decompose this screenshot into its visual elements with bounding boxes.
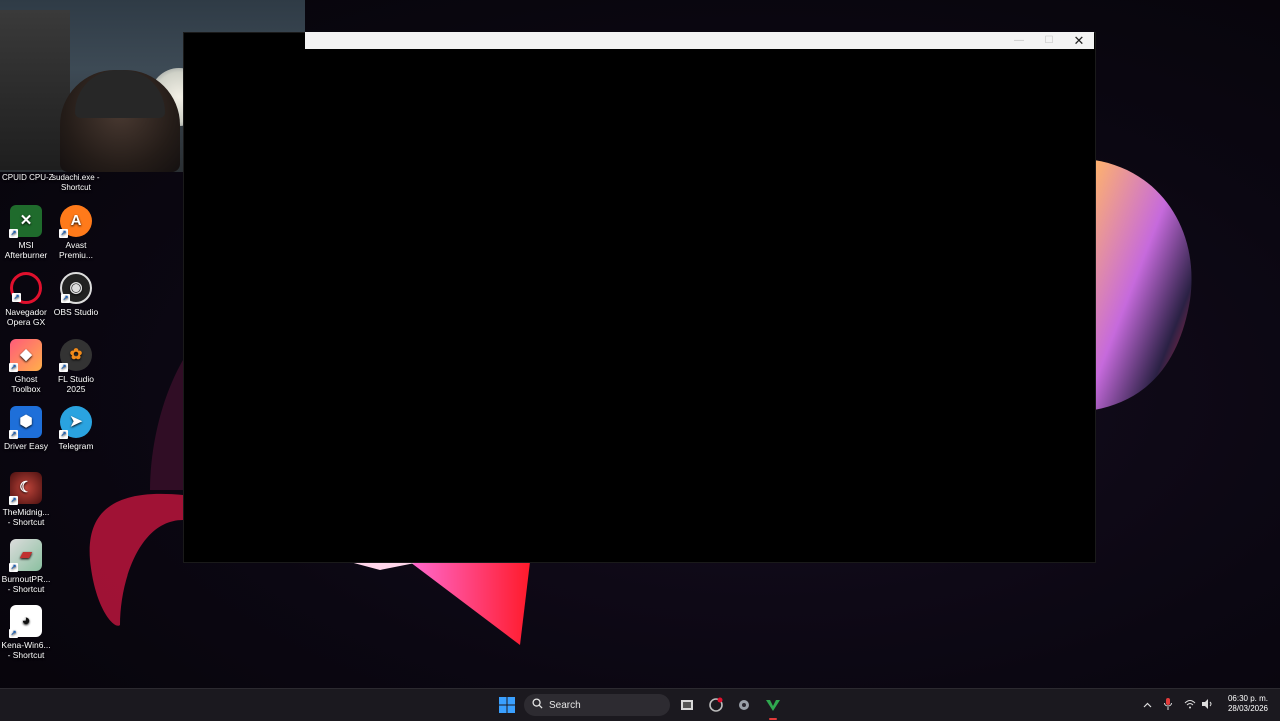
desktop-icon-label: Afterburner [4, 250, 48, 260]
desktop-icon-label: - Shortcut [7, 650, 45, 660]
minimize-button[interactable]: — [1004, 32, 1034, 49]
taskbar-clock[interactable]: 06:30 p. m. 28/03/2026 [1228, 694, 1268, 714]
opera-gx-icon: ↗ [10, 272, 42, 304]
desktop-icon-avast[interactable]: A ↗ Avast Premiu... [50, 205, 102, 260]
desktop-icon-label: BurnoutPR... [1, 574, 51, 584]
desktop-icon-opera-gx[interactable]: ↗ Navegador Opera GX [0, 272, 52, 327]
desktop-icon-msi-afterburner[interactable]: ✕ ↗ MSI Afterburner [0, 205, 52, 260]
search-placeholder: Search [549, 699, 581, 711]
desktop-icon-burnout[interactable]: ▰ ↗ BurnoutPR... - Shortcut [0, 539, 52, 594]
desktop-icon-midnight[interactable]: ☾ ↗ TheMidnig... - Shortcut [0, 472, 52, 527]
chevron-up-icon[interactable] [1143, 700, 1152, 711]
desktop-icon-fl-studio[interactable]: ✿ ↗ FL Studio 2025 [50, 339, 102, 394]
desktop-icon-label: Opera GX [6, 317, 46, 327]
desktop-icon-label: FL Studio [57, 374, 95, 384]
taskbar-search[interactable]: Search [524, 694, 670, 716]
desktop-icon-label: MSI [18, 240, 34, 250]
desktop-icon-driver-easy[interactable]: ⬢ ↗ Driver Easy [0, 406, 52, 451]
microphone-icon[interactable] [1164, 697, 1172, 713]
ghost-toolbox-icon: ◆ ↗ [9, 339, 42, 372]
midnight-icon: ☾ ↗ [9, 472, 42, 505]
settings-icon[interactable] [732, 693, 756, 717]
desktop-icon-kena[interactable]: ◕ ↗ Kena-Win6... - Shortcut [0, 605, 52, 660]
afterburner-icon: ✕ ↗ [9, 205, 42, 238]
desktop-icon-label: TheMidnig... [2, 507, 50, 517]
vim-icon[interactable] [761, 693, 785, 720]
sudachi-label-1[interactable]: sudachi.exe - [52, 173, 100, 183]
kena-icon: ◕ ↗ [9, 605, 42, 638]
obs-icon: ◉ ↗ [60, 272, 92, 304]
sudachi-label-2[interactable]: Shortcut [61, 183, 91, 193]
volume-icon[interactable] [1202, 698, 1213, 712]
desktop-icon-label: Premiu... [58, 250, 93, 260]
desktop-icon-label: 2025 [66, 384, 86, 394]
maximize-button[interactable]: ☐ [1034, 32, 1064, 49]
fl-studio-icon: ✿ ↗ [59, 339, 92, 372]
cpuz-label[interactable]: CPUID CPU-Z [2, 173, 54, 183]
desktop-icon-label: Kena-Win6... [1, 640, 51, 650]
clock-time: 06:30 p. m. [1227, 694, 1268, 703]
close-button[interactable]: ✕ [1064, 32, 1094, 49]
app-window[interactable] [183, 32, 1096, 563]
windows-start-icon[interactable] [495, 693, 519, 717]
desktop-icon-label: - Shortcut [7, 584, 45, 594]
app-titlebar[interactable]: — ☐ ✕ [305, 32, 1094, 49]
desktop-icon-label: Navegador [5, 307, 47, 317]
desktop-icon-ghost-toolbox[interactable]: ◆ ↗ Ghost Toolbox [0, 339, 52, 394]
desktop-icon-obs[interactable]: ◉ ↗ OBS Studio [50, 272, 102, 317]
telegram-icon: ➤ ↗ [59, 406, 92, 439]
desktop-icon-label: Toolbox [11, 384, 41, 394]
desktop-icon-telegram[interactable]: ➤ ↗ Telegram [50, 406, 102, 451]
task-view-icon[interactable] [675, 693, 699, 717]
desktop-icon-label: Driver Easy [4, 441, 48, 451]
clock-date: 28/03/2026 [1227, 704, 1268, 713]
system-tray [1143, 689, 1213, 721]
wifi-icon[interactable] [1184, 699, 1196, 712]
desktop-icon-label: Ghost [14, 374, 38, 384]
avast-icon: A ↗ [59, 205, 92, 238]
desktop-icon-label: Telegram [58, 441, 94, 451]
desktop-icon-label: Avast [65, 240, 87, 250]
burnout-icon: ▰ ↗ [9, 539, 42, 572]
search-icon [532, 698, 543, 712]
desktop-icon-label: OBS Studio [53, 307, 99, 317]
opera-gx-taskbar-icon[interactable] [704, 693, 728, 717]
taskbar: Search 06:30 p. m. 28/03/2026 [0, 688, 1280, 721]
desktop-icon-label: - Shortcut [7, 517, 45, 527]
driver-easy-icon: ⬢ ↗ [9, 406, 42, 439]
